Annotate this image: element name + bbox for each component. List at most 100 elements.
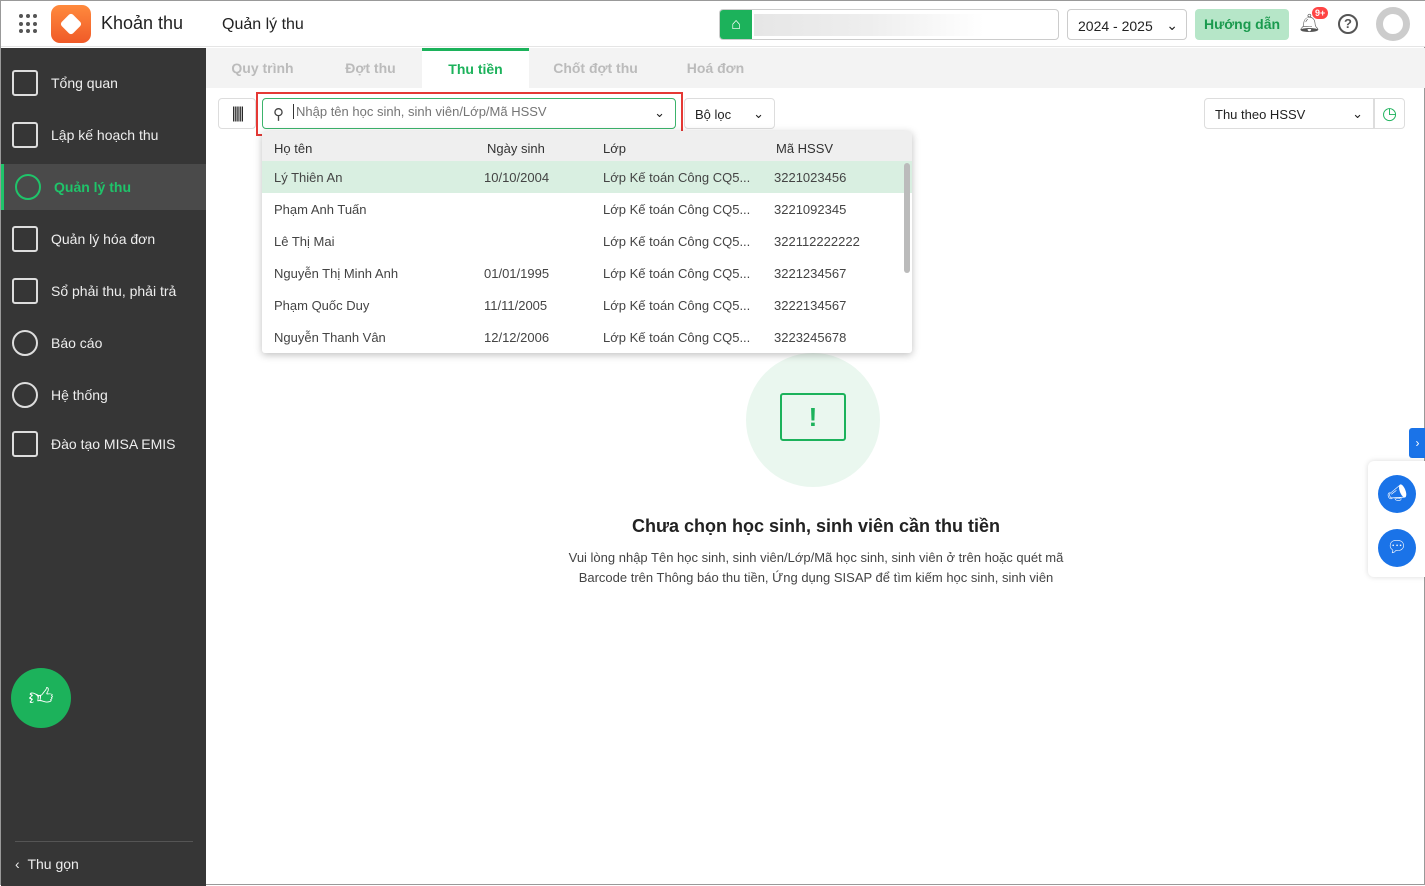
tab-collect[interactable]: Thu tiền (422, 48, 529, 88)
cell-class: Lớp Kế toán Công CQ5... (603, 330, 751, 345)
sidebar-item-overview[interactable]: Tổng quan (1, 60, 206, 106)
chevron-down-icon: ⌄ (1166, 17, 1178, 33)
cell-class: Lớp Kế toán Công CQ5... (603, 202, 751, 217)
chart-icon (12, 70, 38, 96)
app-logo (51, 5, 91, 43)
cell-dob: 01/01/1995 (484, 266, 550, 281)
tab-invoice[interactable]: Hoá đơn (662, 48, 769, 88)
sidebar-item-label: Tổng quan (51, 75, 118, 91)
tab-bar: Quy trình Đợt thu Thu tiền Chốt đợt thu … (206, 48, 1425, 88)
sidebar-item-ledger[interactable]: Sổ phải thu, phải trả (1, 268, 206, 314)
dropdown-row[interactable]: Nguyễn Thị Minh Anh 01/01/1995 Lớp Kế toán… (262, 257, 912, 289)
cell-class: Lớp Kế toán Công CQ5... (603, 170, 751, 185)
cell-code: 3221234567 (774, 266, 847, 281)
chat-icon[interactable]: 💬︎ (1378, 529, 1416, 567)
year-select[interactable]: 2024 - 2025 ⌄ (1067, 9, 1187, 40)
cell-name: Nguyễn Thanh Vân (274, 330, 386, 345)
help-icon[interactable]: ? (1338, 14, 1358, 34)
dropdown-row[interactable]: Phạm Quốc Duy 11/11/2005 Lớp Kế toán Công … (262, 289, 912, 321)
student-search[interactable]: ⚲ ⌄ (262, 98, 676, 129)
empty-illustration: ! (746, 353, 880, 487)
filter-select[interactable]: Bộ lọc ⌄ (684, 98, 775, 129)
sidebar-item-label: Quản lý thu (54, 179, 131, 195)
sidebar-item-label: Đào tạo MISA EMIS (51, 436, 176, 452)
school-selector[interactable]: ⌂ (719, 9, 1059, 40)
dropdown-header: Họ tên Ngày sinh Lớp Mã HSSV (262, 131, 912, 161)
alert-message-icon: ! (780, 393, 846, 441)
cell-name: Lê Thị Mai (274, 234, 335, 249)
student-dropdown: Họ tên Ngày sinh Lớp Mã HSSV Lý Thiên An… (262, 131, 912, 353)
collect-mode-select[interactable]: Thu theo HSSV ⌄ (1204, 98, 1374, 129)
empty-description: Vui lòng nhập Tên học sinh, sinh viên/Lớ… (1, 548, 1425, 588)
tab-close-batch[interactable]: Chốt đợt thu (529, 48, 662, 88)
cell-dob: 12/12/2006 (484, 330, 550, 345)
cell-name: Phạm Quốc Duy (274, 298, 370, 313)
sidebar: Tổng quan Lập kế hoạch thu Quản lý thu Q… (1, 48, 206, 886)
cell-code: 3221092345 (774, 202, 847, 217)
dropdown-row[interactable]: Lý Thiên An 10/10/2004 Lớp Kế toán Công CQ… (262, 161, 912, 193)
empty-title: Chưa chọn học sinh, sinh viên cần thu ti… (631, 516, 1001, 536)
search-icon: ⚲ (273, 106, 284, 123)
sidebar-item-report[interactable]: Báo cáo (1, 320, 206, 366)
sidebar-item-label: Hệ thống (51, 387, 108, 403)
column-header: Họ tên (274, 141, 313, 156)
home-icon: ⌂ (720, 10, 752, 39)
empty-line: Barcode trên Thông báo thu tiền, Ứng dụn… (578, 570, 1054, 585)
pie-chart-icon (12, 330, 38, 356)
column-header: Lớp (603, 141, 626, 156)
guide-button[interactable]: Hướng dẫn (1195, 9, 1289, 40)
book-icon (12, 278, 38, 304)
sidebar-item-plan[interactable]: Lập kế hoạch thu (1, 112, 206, 158)
cell-code: 322112222222 (774, 234, 860, 249)
announcement-icon[interactable]: 📣︎ (1378, 475, 1416, 513)
expand-panel-button[interactable]: › (1409, 428, 1425, 458)
app-grid-icon[interactable] (19, 14, 39, 34)
cell-class: Lớp Kế toán Công CQ5... (603, 298, 751, 313)
notification-badge: 9+ (1312, 7, 1329, 19)
barcode-scan-icon[interactable]: ||||| (218, 98, 256, 129)
chevron-left-icon: ‹ (15, 856, 24, 872)
filter-label: Bộ lọc (695, 107, 732, 122)
mode-label: Thu theo HSSV (1215, 107, 1306, 122)
sidebar-item-label: Sổ phải thu, phải trả (51, 283, 177, 299)
dropdown-row[interactable]: Phạm Anh Tuấn Lớp Kế toán Công CQ5... 3221… (262, 193, 912, 225)
cell-code: 3223245678 (774, 330, 847, 345)
year-value: 2024 - 2025 (1078, 18, 1153, 34)
sidebar-item-label: Lập kế hoạch thu (51, 127, 159, 143)
sidebar-item-training[interactable]: Đào tạo MISA EMIS (1, 421, 206, 467)
column-header: Ngày sinh (487, 141, 545, 156)
cell-name: Phạm Anh Tuấn (274, 202, 367, 217)
cell-class: Lớp Kế toán Công CQ5... (603, 234, 751, 249)
school-name-blurred (754, 14, 984, 36)
sidebar-item-system[interactable]: Hệ thống (1, 372, 206, 418)
page-title: Quản lý thu (222, 16, 304, 33)
dropdown-row[interactable]: Lê Thị Mai Lớp Kế toán Công CQ5... 3221122… (262, 225, 912, 257)
cell-code: 3222134567 (774, 298, 847, 313)
sidebar-item-invoice[interactable]: Quản lý hóa đơn (1, 216, 206, 262)
money-hand-icon (15, 174, 41, 200)
document-icon (12, 226, 38, 252)
floating-actions: 📣︎ 💬︎ (1368, 461, 1425, 577)
cell-class: Lớp Kế toán Công CQ5... (603, 266, 751, 281)
cell-name: Nguyễn Thị Minh Anh (274, 266, 399, 281)
dropdown-row[interactable]: Nguyễn Thanh Vân 12/12/2006 Lớp Kế toán Cô… (262, 321, 912, 353)
cell-name: Lý Thiên An (274, 170, 343, 185)
chevron-down-icon: ⌄ (654, 105, 665, 120)
search-input[interactable] (293, 104, 643, 119)
sidebar-item-label: Báo cáo (51, 335, 103, 351)
collapse-button[interactable]: ‹ Thu gọn (15, 841, 193, 872)
avatar[interactable] (1376, 7, 1410, 41)
chevron-down-icon: ⌄ (1352, 106, 1363, 121)
sidebar-item-manage[interactable]: Quản lý thu (1, 164, 206, 210)
clock-icon[interactable]: ◷ (1374, 98, 1405, 129)
empty-line: Vui lòng nhập Tên học sinh, sinh viên/Lớ… (568, 550, 1064, 565)
rating-thumbs-up-icon[interactable]: 👍︎ (11, 668, 71, 728)
scrollbar[interactable] (904, 163, 910, 273)
open-book-icon (12, 431, 38, 457)
tab-batch[interactable]: Đợt thu (319, 48, 422, 88)
tab-process[interactable]: Quy trình (206, 48, 319, 88)
column-header: Mã HSSV (776, 141, 834, 156)
cell-code: 3221023456 (774, 170, 847, 185)
cell-dob: 11/11/2005 (484, 298, 548, 313)
collapse-label: Thu gọn (27, 856, 79, 872)
